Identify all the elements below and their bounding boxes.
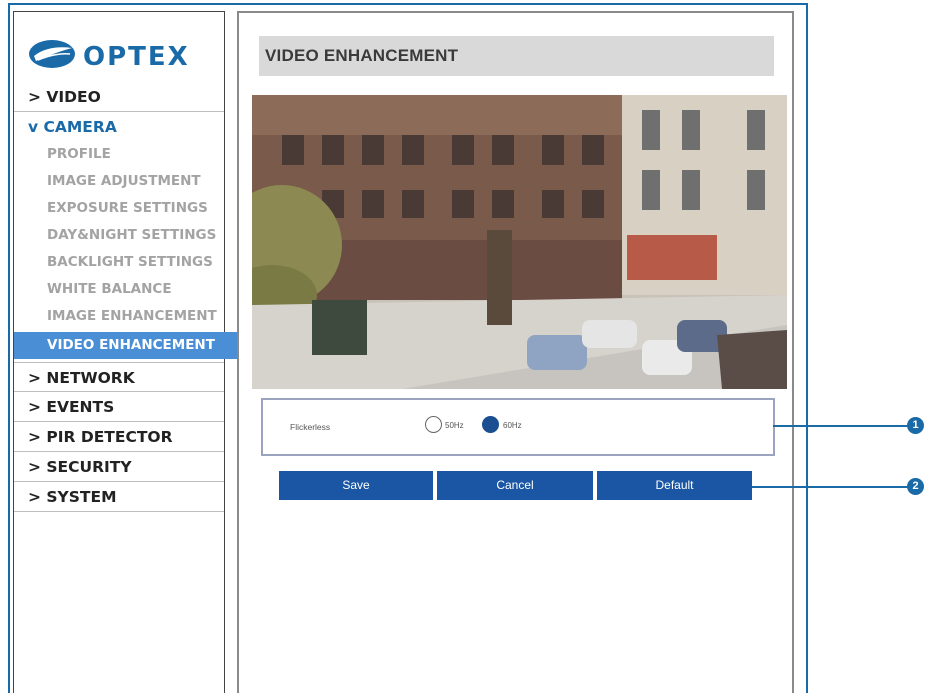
callout-line-1	[773, 425, 909, 427]
default-button[interactable]: Default	[597, 471, 752, 500]
nav-pir-detector[interactable]: > PIR DETECTOR	[14, 422, 224, 452]
callout-badge-1: 1	[907, 417, 924, 434]
save-button[interactable]: Save	[279, 471, 433, 500]
nav-events[interactable]: > EVENTS	[14, 392, 224, 422]
sub-backlight-settings[interactable]: BACKLIGHT SETTINGS	[14, 249, 254, 276]
sub-white-balance[interactable]: WHITE BALANCE	[14, 276, 254, 303]
radio-60hz-label: 60Hz	[503, 421, 522, 430]
nav-video[interactable]: > VIDEO	[14, 82, 224, 112]
radio-50hz-label: 50Hz	[445, 421, 464, 430]
page-title: VIDEO ENHANCEMENT	[265, 46, 459, 65]
sub-image-adjustment[interactable]: IMAGE ADJUSTMENT	[14, 168, 254, 195]
svg-text:OPTEX: OPTEX	[83, 42, 190, 72]
radio-60hz[interactable]	[482, 416, 499, 433]
sub-video-enhancement[interactable]: VIDEO ENHANCEMENT	[14, 332, 238, 359]
radio-50hz[interactable]	[425, 416, 442, 433]
flickerless-label: Flickerless	[290, 422, 331, 432]
nav-system[interactable]: > SYSTEM	[14, 482, 224, 512]
page-title-bar: VIDEO ENHANCEMENT	[259, 36, 774, 76]
video-preview	[252, 95, 787, 389]
sidebar: OPTEX > VIDEO v CAMERA PROFILE IMAGE ADJ…	[13, 11, 238, 693]
optex-logo: OPTEX	[29, 40, 190, 72]
nav-camera[interactable]: v CAMERA	[14, 112, 224, 142]
sub-exposure-settings[interactable]: EXPOSURE SETTINGS	[14, 195, 254, 222]
callout-badge-2: 2	[907, 478, 924, 495]
sub-image-enhancement[interactable]: IMAGE ENHANCEMENT	[14, 303, 254, 330]
main-panel: VIDEO ENHANCEMENT Flickerless 50Hz 60Hz …	[237, 11, 794, 693]
cancel-button[interactable]: Cancel	[437, 471, 593, 500]
callout-line-2	[752, 486, 909, 488]
flickerless-settings-box: Flickerless 50Hz 60Hz	[261, 398, 775, 456]
nav-security[interactable]: > SECURITY	[14, 452, 224, 482]
sub-profile[interactable]: PROFILE	[14, 141, 254, 168]
sub-day-night-settings[interactable]: DAY&NIGHT SETTINGS	[14, 222, 254, 249]
nav-network[interactable]: > NETWORK	[14, 362, 224, 392]
